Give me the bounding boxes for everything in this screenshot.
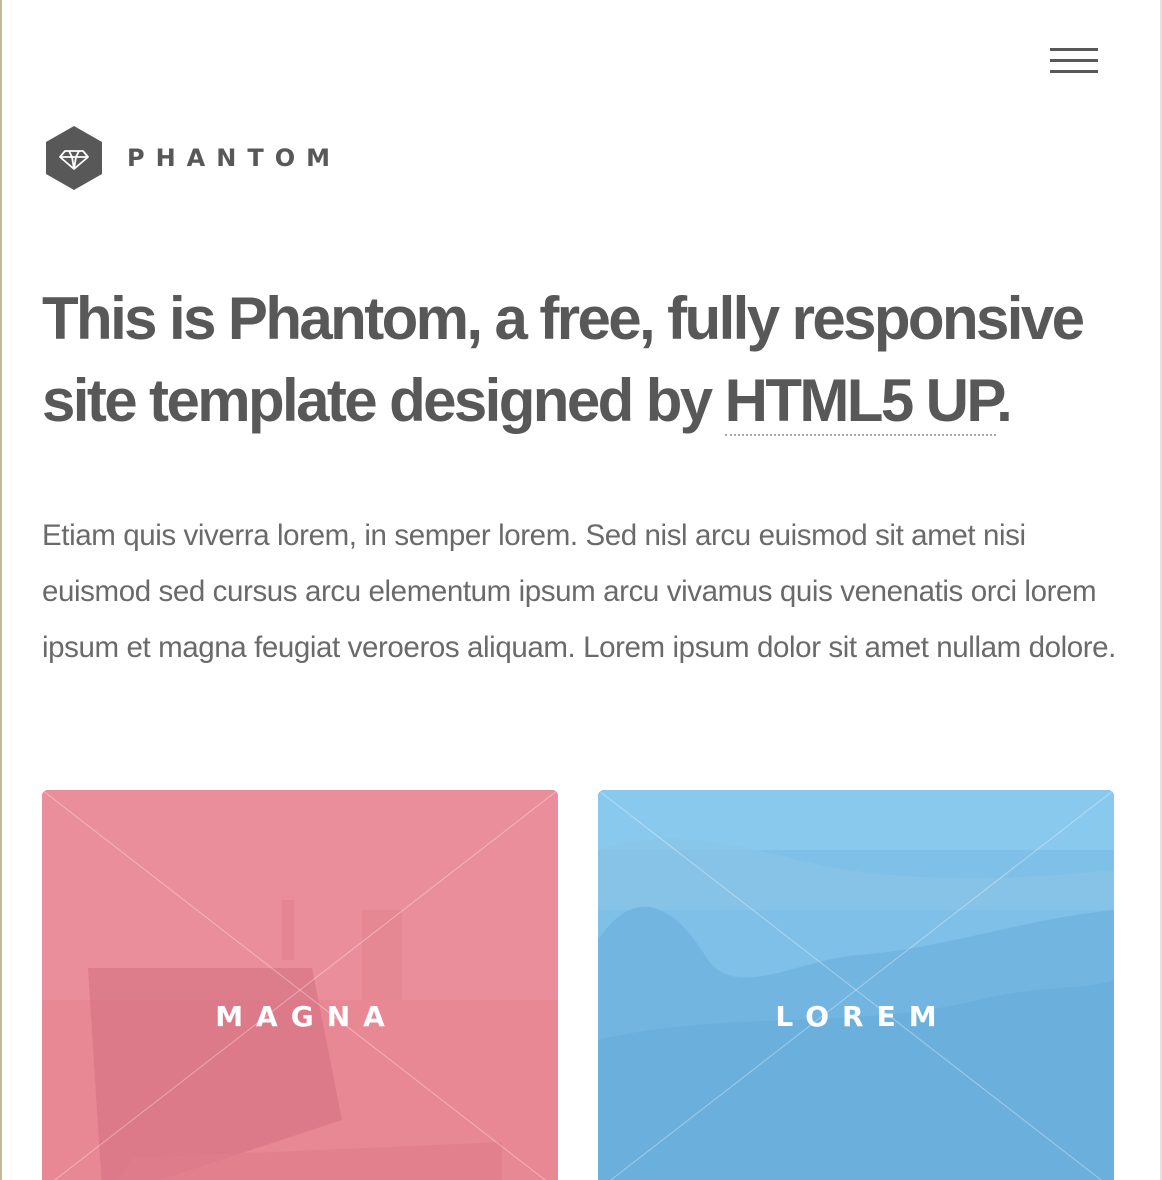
diamond-icon xyxy=(46,126,102,190)
brand-title: PHANTOM xyxy=(127,144,341,172)
tile-magna[interactable]: MAGNA xyxy=(42,790,558,1180)
tile-label-lorem: LOREM xyxy=(775,1000,950,1033)
wave-photo xyxy=(598,790,1114,1180)
hamburger-icon[interactable] xyxy=(1046,44,1102,80)
intro-paragraph: Etiam quis viverra lorem, in semper lore… xyxy=(42,519,1116,664)
site-logo-link[interactable]: PHANTOM xyxy=(44,124,341,192)
hamburger-line-middle xyxy=(1050,59,1098,62)
html5up-link[interactable]: HTML5 UP xyxy=(724,367,999,436)
laptop-photo xyxy=(42,790,558,1180)
hamburger-line-top xyxy=(1050,48,1098,51)
page-headline: This is Phantom, a free, fully responsiv… xyxy=(42,278,1122,442)
left-edge-border xyxy=(0,0,2,1180)
tile-label-magna: MAGNA xyxy=(215,1000,398,1033)
headline-period: . xyxy=(996,367,1013,434)
tile-lorem[interactable]: LOREM xyxy=(598,790,1114,1180)
hamburger-line-bottom xyxy=(1050,70,1098,73)
